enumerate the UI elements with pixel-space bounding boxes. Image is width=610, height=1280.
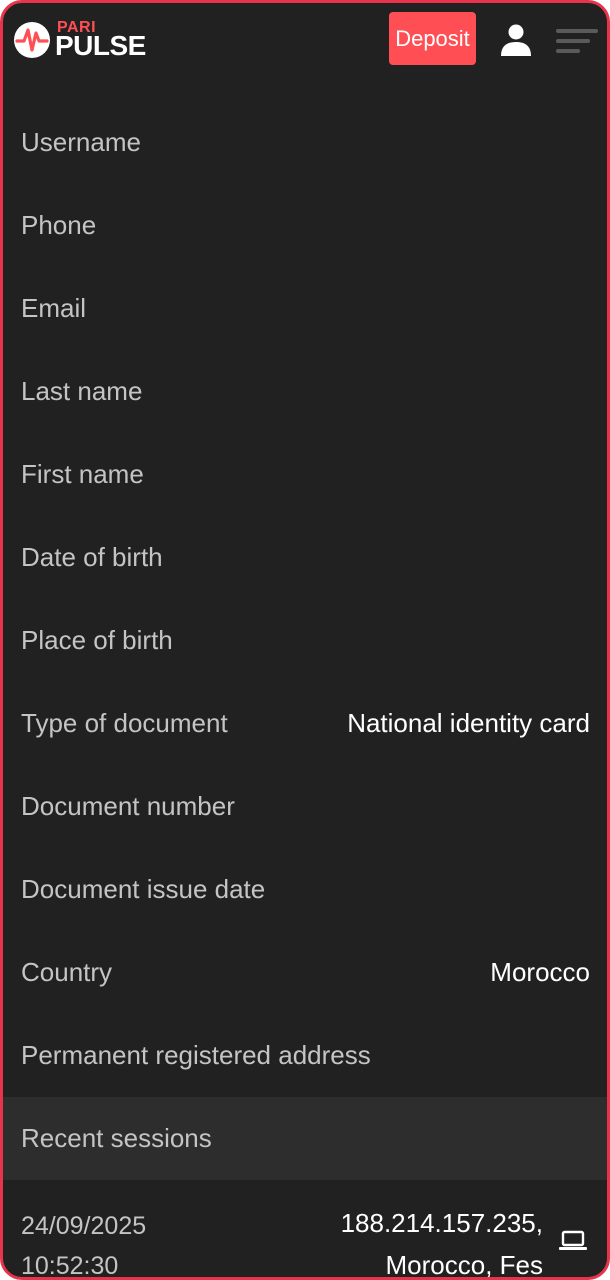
field-label: Document issue date (21, 874, 266, 904)
field-document-issue-date: Document issue date (3, 848, 607, 931)
field-phone: Phone (3, 184, 607, 267)
field-permanent-address: Permanent registered address (3, 1014, 607, 1097)
field-value: Morocco (490, 957, 590, 987)
header: PARI PULSE Deposit (3, 3, 607, 79)
session-city: Morocco, Fes (385, 1250, 544, 1280)
pari-pulse-logo-icon (14, 22, 50, 58)
logo-text-main: PULSE (55, 30, 146, 61)
field-label: Username (21, 127, 141, 157)
field-label: Phone (21, 210, 97, 240)
field-document-type: Type of document National identity card (3, 682, 607, 765)
brand-logo[interactable]: PARI PULSE (13, 19, 163, 63)
field-label: Document number (21, 791, 235, 821)
field-username: Username (3, 101, 607, 184)
session-location: 188.214.157.235, Morocco, Fes (340, 1202, 544, 1280)
session-date: 24/09/2025 (21, 1212, 147, 1240)
field-label: Date of birth (21, 542, 163, 572)
field-label: Type of document (21, 708, 228, 738)
session-item: 24/09/2025 10:52:30 188.214.157.235, Mor… (3, 1180, 607, 1280)
field-label: Email (21, 293, 87, 323)
section-title: Recent sessions (21, 1123, 212, 1153)
app-frame: PARI PULSE Deposit Username Phone Email … (0, 0, 610, 1280)
field-value: National identity card (347, 708, 590, 738)
field-place-of-birth: Place of birth (3, 599, 607, 682)
deposit-button[interactable]: Deposit (389, 12, 476, 65)
field-first-name: First name (3, 433, 607, 516)
field-label: Country (21, 957, 113, 987)
field-label: Last name (21, 376, 143, 406)
field-label: Place of birth (21, 625, 173, 655)
recent-sessions-header: Recent sessions (3, 1097, 607, 1180)
field-country: Country Morocco (3, 931, 607, 1014)
field-label: First name (21, 459, 144, 489)
field-email: Email (3, 267, 607, 350)
session-ip: 188.214.157.235, (340, 1208, 543, 1238)
user-icon[interactable] (500, 23, 532, 57)
field-label: Permanent registered address (21, 1040, 371, 1070)
laptop-icon (559, 1230, 587, 1250)
session-time: 10:52:30 (21, 1252, 119, 1280)
menu-icon[interactable] (556, 27, 598, 55)
field-date-of-birth: Date of birth (3, 516, 607, 599)
session-datetime: 24/09/2025 10:52:30 (21, 1206, 147, 1280)
field-last-name: Last name (3, 350, 607, 433)
field-document-number: Document number (3, 765, 607, 848)
